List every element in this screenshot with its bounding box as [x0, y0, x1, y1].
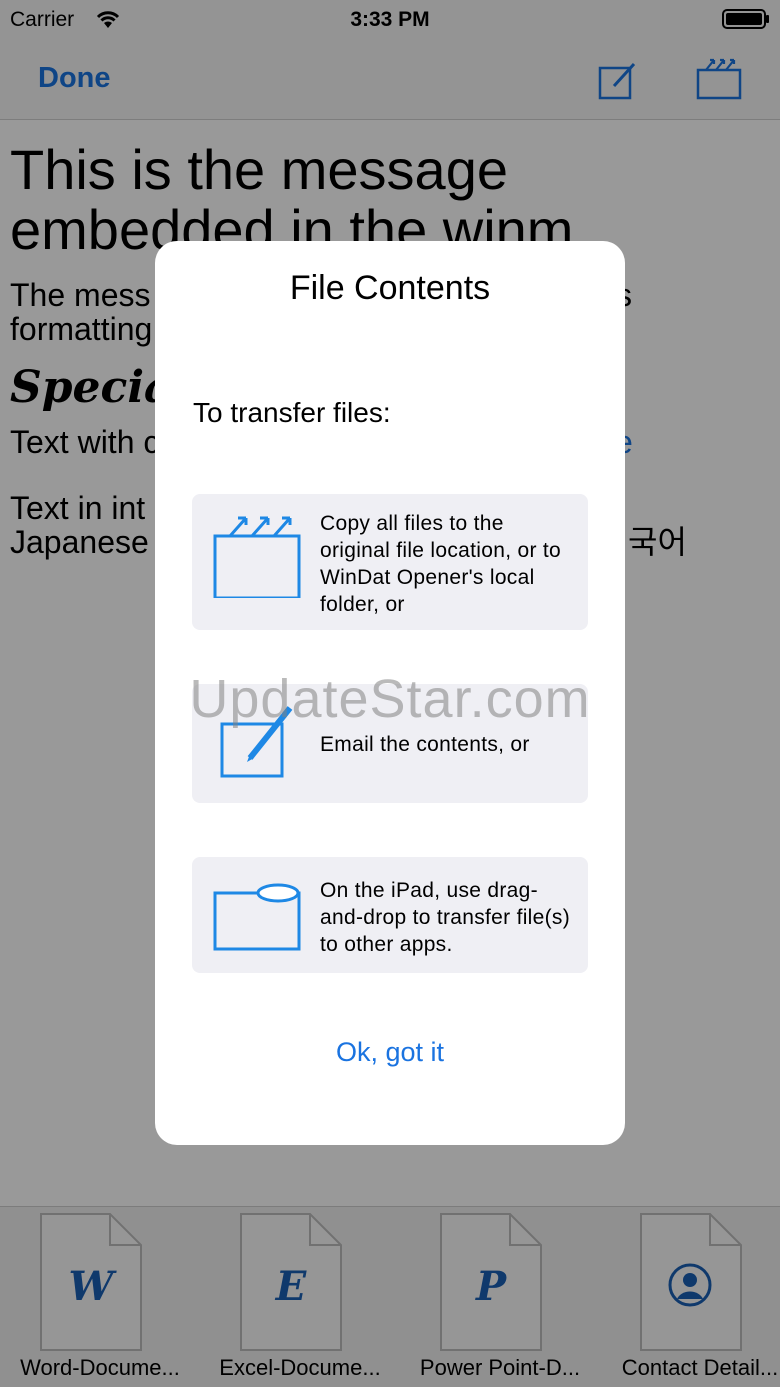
option-text: On the iPad, use drag-and-drop to transf…: [320, 879, 571, 956]
dialog-subtitle: To transfer files:: [193, 397, 391, 428]
drag-drop-icon: [213, 883, 301, 951]
ok-got-it-button[interactable]: Ok, got it: [155, 1037, 625, 1068]
watermark-text: UpdateStar.com: [189, 669, 591, 729]
option-copy-files: Copy all files to the original file loca…: [192, 494, 588, 630]
option-text: Email the contents, or: [320, 733, 530, 756]
option-text: Copy all files to the original file loca…: [320, 512, 561, 616]
dialog-title: File Contents: [289, 269, 491, 307]
option-drag-drop: On the iPad, use drag-and-drop to transf…: [192, 857, 588, 973]
share-folder-icon: [213, 516, 301, 598]
